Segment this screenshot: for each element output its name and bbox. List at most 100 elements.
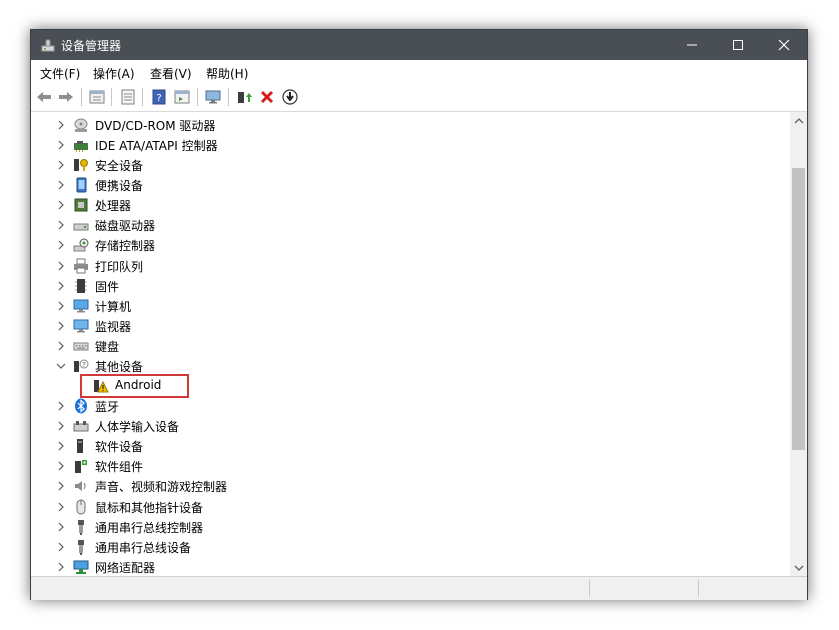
close-icon	[778, 39, 790, 51]
show-hide-icon[interactable]	[173, 88, 191, 106]
toolbar-separator	[228, 88, 229, 106]
tree-category-item[interactable]: 打印队列	[31, 256, 781, 276]
hid-icon	[73, 418, 89, 434]
chevron-right-icon[interactable]	[55, 561, 67, 573]
chevron-right-icon[interactable]	[55, 139, 67, 151]
tree-category-item[interactable]: 软件设备	[31, 436, 781, 456]
tree-category-item[interactable]: 监视器	[31, 316, 781, 336]
chevron-right-icon[interactable]	[55, 480, 67, 492]
status-separator	[589, 580, 590, 597]
chevron-right-icon[interactable]	[55, 219, 67, 231]
tree-item-label: 鼠标和其他指针设备	[95, 500, 204, 515]
chevron-right-icon[interactable]	[55, 320, 67, 332]
chevron-right-icon[interactable]	[55, 460, 67, 472]
tree-item-label: 其他设备	[95, 359, 144, 374]
tree-category-item[interactable]: ? 其他设备	[31, 356, 781, 376]
tree-item-label: 键盘	[95, 339, 120, 354]
tree-category-item[interactable]: DVD/CD-ROM 驱动器	[31, 115, 781, 135]
security-device-icon	[73, 157, 89, 173]
tree-category-item[interactable]: 磁盘驱动器	[31, 215, 781, 235]
close-button[interactable]	[761, 30, 807, 60]
update-driver-icon[interactable]	[235, 88, 253, 106]
minimize-button[interactable]	[669, 30, 715, 60]
tree-category-item[interactable]: 鼠标和其他指针设备	[31, 497, 781, 517]
disable-icon[interactable]	[281, 88, 299, 106]
network-adapter-icon	[73, 559, 89, 575]
chevron-right-icon[interactable]	[55, 280, 67, 292]
chevron-right-icon[interactable]	[55, 260, 67, 272]
tree-category-item[interactable]: 蓝牙	[31, 396, 781, 416]
maximize-button[interactable]	[715, 30, 761, 60]
scroll-down-button[interactable]	[790, 559, 807, 576]
properties-icon[interactable]	[88, 88, 106, 106]
chevron-right-icon[interactable]	[55, 199, 67, 211]
chevron-right-icon[interactable]	[55, 521, 67, 533]
tree-category-item[interactable]: 计算机	[31, 296, 781, 316]
chevron-right-icon[interactable]	[55, 119, 67, 131]
chevron-right-icon[interactable]	[55, 400, 67, 412]
vertical-scrollbar[interactable]	[790, 112, 807, 576]
tree-item-label: 人体学输入设备	[95, 420, 180, 435]
menu-action[interactable]: 操作(A)	[93, 65, 135, 82]
menu-file[interactable]: 文件(F)	[40, 65, 80, 82]
status-separator	[698, 580, 699, 597]
tree-category-item[interactable]: 存储控制器	[31, 235, 781, 255]
toolbar-separator	[111, 88, 112, 106]
forward-icon[interactable]	[57, 88, 75, 106]
scrollbar-thumb[interactable]	[792, 168, 805, 450]
chevron-right-icon[interactable]	[55, 340, 67, 352]
device-manager-window: 设备管理器 文件(F) 操作(A) 查看(V) 帮助(H) ? DVD/CD-R…	[30, 29, 808, 600]
sound-icon	[73, 478, 89, 494]
monitor-scan-icon[interactable]	[204, 88, 222, 106]
other-devices-icon: ?	[73, 358, 89, 374]
software-component-icon	[73, 458, 89, 474]
back-icon[interactable]	[35, 88, 53, 106]
chevron-right-icon[interactable]	[55, 159, 67, 171]
title-bar[interactable]: 设备管理器	[31, 30, 807, 60]
svg-text:?: ?	[82, 361, 86, 369]
tree-category-item[interactable]: 声音、视频和游戏控制器	[31, 476, 781, 496]
menu-bar: 文件(F) 操作(A) 查看(V) 帮助(H)	[31, 60, 807, 83]
chevron-right-icon[interactable]	[55, 420, 67, 432]
device-tree: DVD/CD-ROM 驱动器 IDE ATA/ATAPI 控制器安全设备 便携设备处…	[31, 112, 789, 576]
chevron-right-icon[interactable]	[55, 541, 67, 553]
tree-item-label: 声音、视频和游戏控制器	[95, 480, 228, 495]
tree-item-label: 安全设备	[95, 159, 144, 174]
maximize-icon	[733, 40, 743, 50]
highlight-box	[80, 374, 189, 398]
status-bar	[31, 576, 807, 600]
tree-category-item[interactable]: 安全设备	[31, 155, 781, 175]
chevron-right-icon[interactable]	[55, 179, 67, 191]
tree-category-item[interactable]: 处理器	[31, 195, 781, 215]
device-manager-app-icon	[40, 37, 56, 53]
chevron-right-icon[interactable]	[55, 300, 67, 312]
menu-view[interactable]: 查看(V)	[150, 65, 192, 82]
tree-category-item[interactable]: 软件组件	[31, 456, 781, 476]
usb-controller-icon	[73, 519, 89, 535]
tree-item-label: 存储控制器	[95, 239, 156, 254]
computer-icon	[73, 298, 89, 314]
chevron-right-icon[interactable]	[55, 440, 67, 452]
tree-category-item[interactable]: 人体学输入设备	[31, 416, 781, 436]
uninstall-icon[interactable]	[258, 88, 276, 106]
ide-controller-icon	[73, 137, 89, 153]
chevron-right-icon[interactable]	[55, 239, 67, 251]
tree-category-item[interactable]: 固件	[31, 276, 781, 296]
svg-text:?: ?	[156, 93, 161, 104]
tree-item-label: 网络适配器	[95, 560, 156, 575]
chevron-right-icon[interactable]	[55, 501, 67, 513]
help-icon[interactable]: ?	[150, 88, 168, 106]
tree-category-item[interactable]: 键盘	[31, 336, 781, 356]
menu-help[interactable]: 帮助(H)	[206, 65, 248, 82]
tree-category-item[interactable]: IDE ATA/ATAPI 控制器	[31, 135, 781, 155]
tree-category-item[interactable]: 网络适配器	[31, 557, 781, 576]
tree-item-label: 通用串行总线设备	[95, 540, 192, 555]
tree-category-item[interactable]: 便携设备	[31, 175, 781, 195]
chevron-down-icon[interactable]	[55, 360, 67, 372]
list-icon[interactable]	[119, 88, 137, 106]
toolbar-separator	[142, 88, 143, 106]
scroll-up-button[interactable]	[790, 112, 807, 129]
tree-item-label: 固件	[95, 279, 120, 294]
tree-category-item[interactable]: 通用串行总线控制器	[31, 517, 781, 537]
tree-category-item[interactable]: 通用串行总线设备	[31, 537, 781, 557]
